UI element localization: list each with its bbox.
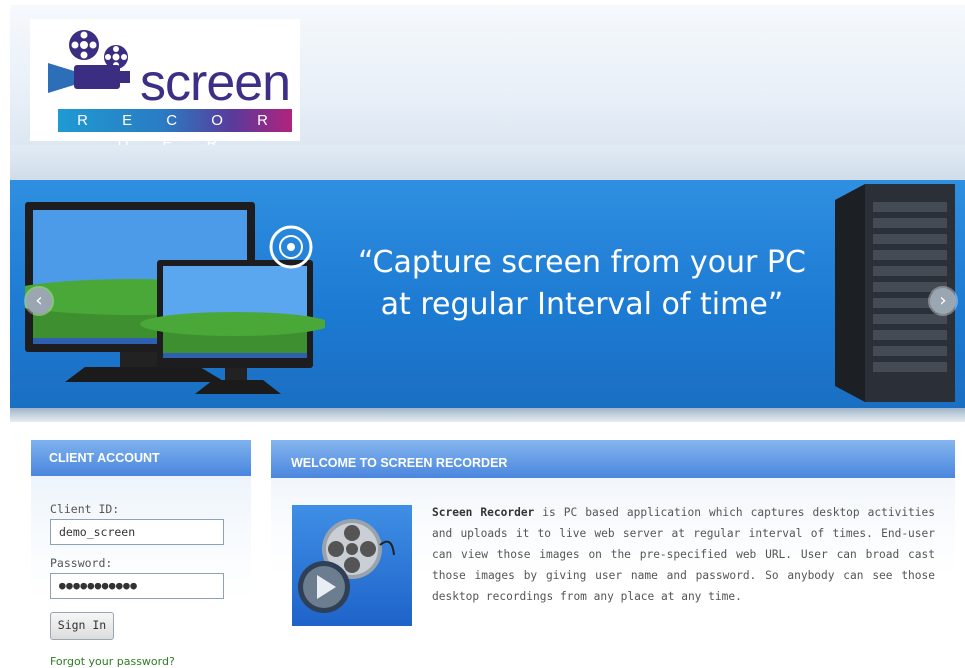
banner-floor (10, 408, 965, 422)
welcome-panel: WELCOME TO SCREEN RECORDER Screen Record… (271, 440, 955, 667)
description-text: is PC based application which captures d… (432, 506, 935, 603)
sign-in-button[interactable]: Sign In (50, 612, 114, 640)
client-id-input[interactable]: demo_screen (50, 519, 224, 545)
password-label: Password: (50, 556, 113, 570)
site-logo[interactable]: screen R E C O R D E R (30, 19, 300, 152)
logo-wordmark: screen (140, 54, 291, 112)
welcome-description: Screen Recorder is PC based application … (432, 502, 935, 607)
welcome-title: WELCOME TO SCREEN RECORDER (271, 440, 955, 478)
client-id-label: Client ID: (50, 502, 120, 516)
banner-tagline: “Capture screen from your PC at regular … (342, 242, 822, 326)
cd-icon (269, 225, 313, 269)
hero-banner: “Capture screen from your PC at regular … (10, 180, 965, 408)
prev-arrow-icon[interactable]: ‹ (26, 288, 52, 314)
next-arrow-icon[interactable]: › (930, 288, 956, 314)
site-header: screen R E C O R D E R (10, 5, 965, 152)
client-account-panel: CLIENT ACCOUNT Client ID: demo_screen Pa… (31, 440, 251, 668)
header-strip (10, 145, 965, 180)
tagline-line-1: “Capture screen from your PC (358, 245, 806, 280)
product-name: Screen Recorder (432, 506, 535, 519)
logo-subtitle: R E C O R D E R (58, 109, 292, 152)
forgot-password-link[interactable]: Forgot your password? (50, 655, 175, 668)
film-reel-camera-icon (48, 30, 130, 93)
tagline-line-2: at regular Interval of time” (380, 287, 784, 322)
client-account-title: CLIENT ACCOUNT (31, 440, 251, 476)
film-reel-play-icon (292, 505, 412, 626)
password-input[interactable]: ●●●●●●●●●●● (50, 573, 224, 599)
